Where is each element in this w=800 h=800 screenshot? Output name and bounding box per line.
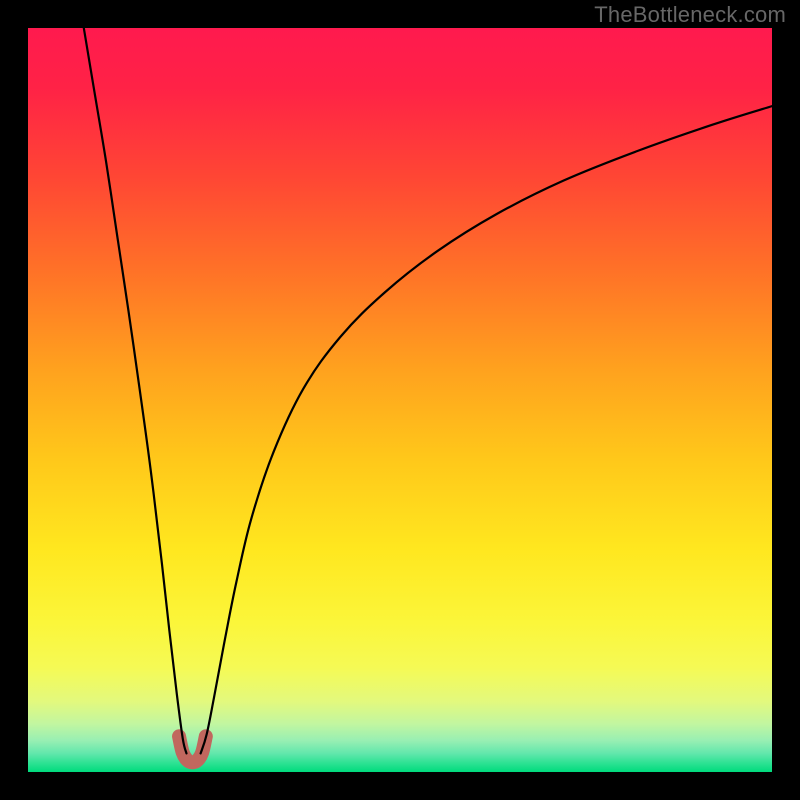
plot-background	[28, 28, 772, 772]
bottleneck-plot	[28, 28, 772, 772]
chart-stage: TheBottleneck.com	[0, 0, 800, 800]
watermark-text: TheBottleneck.com	[594, 2, 786, 28]
